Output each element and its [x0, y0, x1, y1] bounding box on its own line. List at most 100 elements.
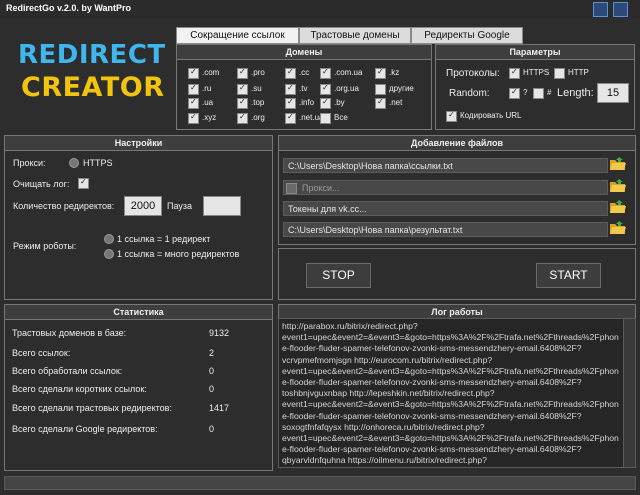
random-label: Random: [449, 88, 490, 99]
log-text: http://parabox.ru/bitrix/redirect.php?ev… [282, 321, 619, 467]
clear-log-label: Очищать лог: [13, 179, 70, 189]
stop-button[interactable]: STOP [306, 263, 371, 288]
mode-option2-radio[interactable] [104, 249, 114, 259]
window-title: RedirectGo v.2.0. by WantPro [6, 3, 132, 13]
stat-label: Всего обработали ссылок: [12, 366, 123, 376]
stats-header: Статистика [5, 305, 272, 320]
domain-checkbox[interactable] [237, 83, 248, 95]
length-label: Length: [557, 87, 594, 99]
domain-label: другие [389, 84, 414, 93]
random-question-checkbox[interactable] [509, 87, 520, 99]
domain-checkbox[interactable] [375, 67, 386, 79]
domain-checkbox[interactable] [285, 67, 296, 79]
stat-value: 0 [209, 366, 215, 376]
domain-label: .ru [202, 84, 212, 93]
folder-open-icon[interactable] [609, 221, 627, 235]
domain-checkbox[interactable] [320, 97, 331, 109]
folder-open-icon[interactable] [609, 157, 627, 171]
proxy-file-checkbox[interactable] [286, 183, 297, 194]
tab-trust-domains[interactable]: Трастовые домены [299, 27, 411, 44]
domain-label: .net [389, 98, 403, 107]
encode-url-label: Кодировать URL [460, 111, 522, 120]
domain-checkbox[interactable] [285, 112, 296, 124]
http-checkbox[interactable] [554, 68, 565, 79]
pause-input[interactable] [203, 196, 241, 216]
log-scrollbar[interactable] [623, 318, 636, 468]
stat-label: Всего ссылок: [12, 348, 71, 358]
links-file-input[interactable]: C:\Users\Desktop\Нова папка\ссылки.txt [283, 158, 608, 173]
encode-url-checkbox[interactable] [446, 110, 457, 122]
http-label: HTTP [568, 68, 589, 77]
domain-checkbox[interactable] [375, 84, 386, 95]
tab-google-redirects[interactable]: Редиректы Google [411, 27, 523, 44]
folder-open-icon[interactable] [609, 179, 627, 193]
random-hash-checkbox[interactable] [533, 88, 544, 99]
domains-header: Домены [177, 45, 431, 60]
domain-checkbox[interactable] [375, 97, 386, 109]
domain-label: .com [202, 68, 220, 77]
domain-label: .su [251, 84, 262, 93]
proxy-file-input[interactable]: Прокси... [283, 180, 608, 195]
https-label: HTTPS [523, 68, 550, 77]
stat-value: 9132 [209, 328, 230, 338]
settings-header: Настройки [5, 136, 272, 151]
stat-label: Всего сделали Google редиректов: [12, 424, 158, 434]
files-header: Добавление файлов [279, 136, 635, 151]
result-file-input[interactable]: C:\Users\Desktop\Нова папка\результат.tx… [283, 222, 608, 237]
domain-checkbox[interactable] [188, 83, 199, 95]
proxy-https-radio[interactable] [69, 158, 79, 168]
domain-label: .xyz [202, 113, 217, 122]
domain-label: Все [334, 113, 348, 122]
logo-line1: REDIRECT [18, 40, 166, 70]
random-question-label: ? [523, 88, 528, 97]
proxy-label: Прокси: [13, 158, 46, 168]
redirects-count-input[interactable]: 2000 [124, 196, 162, 216]
mode-label: Режим роботы: [13, 241, 77, 251]
domain-label: .top [251, 98, 265, 107]
domain-label: .org [251, 113, 265, 122]
domain-checkbox[interactable] [320, 83, 331, 95]
tokens-file-input[interactable]: Токены для vk.cc... [283, 201, 608, 216]
domain-checkbox[interactable] [285, 83, 296, 95]
close-button[interactable] [613, 2, 628, 17]
logo-line2: CREATOR [21, 72, 165, 103]
redirects-count-label: Количество редиректов: [13, 201, 115, 211]
stat-label: Всего сделали трастовых редиректов: [12, 403, 172, 413]
stat-label: Всего сделали коротких ссылок: [12, 384, 147, 394]
clear-log-checkbox[interactable] [78, 177, 89, 189]
mode-option1-radio[interactable] [104, 234, 114, 244]
domain-checkbox[interactable] [188, 67, 199, 79]
domain-label: .org.ua [334, 84, 359, 93]
domain-label: .pro [251, 68, 265, 77]
progress-bar [4, 476, 636, 490]
https-checkbox[interactable] [509, 67, 520, 79]
protocols-label: Протоколы: [446, 68, 500, 79]
params-header: Параметры [436, 45, 634, 60]
domain-checkbox[interactable] [188, 97, 199, 109]
start-button[interactable]: START [536, 263, 601, 288]
domain-checkbox[interactable] [188, 112, 199, 124]
domain-checkbox[interactable] [237, 112, 248, 124]
domain-label: .kz [389, 68, 400, 77]
domain-label: .info [299, 98, 315, 107]
tab-shorten-links[interactable]: Сокращение ссылок [176, 27, 299, 44]
domain-label: .cc [299, 68, 310, 77]
domain-label: .by [334, 98, 345, 107]
stat-value: 2 [209, 348, 215, 358]
domain-checkbox[interactable] [237, 97, 248, 109]
stat-value: 0 [209, 424, 215, 434]
domain-label: .com.ua [334, 68, 363, 77]
domain-checkbox[interactable] [237, 67, 248, 79]
folder-open-icon[interactable] [609, 200, 627, 214]
random-hash-label: # [547, 88, 552, 97]
minimize-button[interactable] [593, 2, 608, 17]
stat-label: Трастовых доменов в базе: [12, 328, 127, 338]
domain-label: .ua [202, 98, 214, 107]
log-textarea[interactable]: http://parabox.ru/bitrix/redirect.php?ev… [278, 318, 624, 468]
domain-label: .tv [299, 84, 308, 93]
domain-checkbox[interactable] [320, 113, 331, 124]
length-input[interactable]: 15 [597, 83, 629, 103]
domain-checkbox[interactable] [285, 97, 296, 109]
mode-option1-label: 1 ссылка = 1 редирект [117, 234, 211, 244]
domain-checkbox[interactable] [320, 67, 331, 79]
